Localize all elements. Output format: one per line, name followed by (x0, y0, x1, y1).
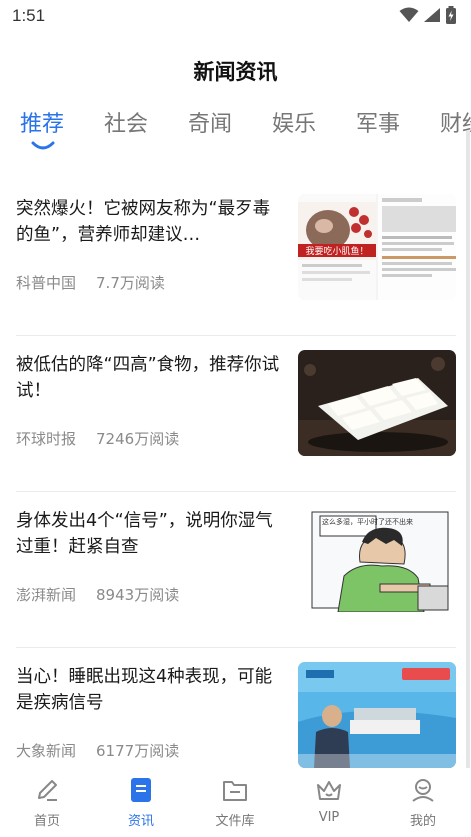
news-reads: 6177万阅读 (96, 742, 180, 760)
news-item[interactable]: 被低估的降“四高”食物，推荐你试试！ 环球时报 7246万阅读 (16, 336, 456, 492)
scrollbar[interactable] (466, 130, 470, 770)
nav-news[interactable]: 资讯 (101, 776, 181, 829)
news-thumbnail[interactable]: 我要吃小肌鱼！ (298, 194, 456, 300)
battery-icon (446, 6, 456, 24)
bottom-nav: 首页 资讯 文件库 VIP 我的 (0, 768, 471, 837)
tab-recommend[interactable]: 推荐 (20, 106, 64, 138)
news-thumbnail[interactable]: 这么多湿，平小时了还不出来 (298, 506, 456, 612)
thumb-caption: 这么多湿，平小时了还不出来 (322, 517, 413, 526)
status-bar: 1:51 (0, 0, 471, 32)
nav-label: VIP (318, 810, 340, 825)
page-title: 新闻资讯 (193, 60, 278, 84)
news-reads: 7.7万阅读 (96, 274, 165, 292)
news-source: 科普中国 (16, 274, 77, 292)
news-thumbnail[interactable] (298, 662, 456, 768)
tab-society[interactable]: 社会 (104, 106, 148, 138)
cartoon-man-image: 这么多湿，平小时了还不出来 (298, 506, 456, 612)
news-meta: 大象新闻 6177万阅读 (16, 740, 179, 761)
nav-label: 我的 (409, 814, 436, 829)
nav-profile[interactable]: 我的 (383, 776, 463, 829)
news-meta: 科普中国 7.7万阅读 (16, 272, 165, 293)
nav-file-library[interactable]: 文件库 (195, 776, 275, 829)
news-item[interactable]: 身体发出4个“信号”，说明你湿气过重！赶紧自查 澎湃新闻 8943万阅读 这么多湿… (16, 492, 456, 648)
nav-label: 文件库 (215, 814, 255, 829)
tab-entertainment[interactable]: 娱乐 (272, 106, 316, 138)
news-headline[interactable]: 当心！睡眠出现这4种表现，可能是疾病信号 (16, 664, 286, 716)
fish-collage-image: 我要吃小肌鱼！ (298, 194, 456, 300)
news-source: 大象新闻 (16, 742, 77, 760)
news-headline[interactable]: 被低估的降“四高”食物，推荐你试试！ (16, 352, 286, 404)
news-headline[interactable]: 身体发出4个“信号”，说明你湿气过重！赶紧自查 (16, 508, 286, 560)
tab-oddities[interactable]: 奇闻 (188, 106, 232, 138)
status-icons (399, 6, 457, 24)
thumb-caption: 我要吃小肌鱼！ (305, 245, 368, 257)
status-time: 1:51 (12, 6, 46, 25)
news-item[interactable]: 突然爆火！它被网友称为“最歹毒的鱼”，营养师却建议… 科普中国 7.7万阅读 我要… (16, 180, 456, 336)
nav-home[interactable]: 首页 (7, 776, 87, 829)
news-meta: 澎湃新闻 8943万阅读 (16, 584, 179, 605)
news-thumbnail[interactable] (298, 350, 456, 456)
tofu-plate-image (298, 350, 456, 456)
news-reads: 8943万阅读 (96, 586, 180, 604)
news-source: 环球时报 (16, 430, 77, 448)
tab-active-indicator (31, 141, 55, 150)
wifi-icon (399, 7, 419, 22)
tv-studio-image (298, 662, 456, 768)
crown-icon (317, 781, 341, 800)
tab-military[interactable]: 军事 (356, 106, 400, 138)
pen-icon (38, 780, 57, 801)
nav-label: 资讯 (127, 814, 154, 829)
news-meta: 环球时报 7246万阅读 (16, 428, 179, 449)
news-reads: 7246万阅读 (96, 430, 180, 448)
folder-icon (223, 781, 247, 801)
news-source: 澎湃新闻 (16, 586, 77, 604)
user-icon (412, 779, 434, 802)
news-icon (131, 778, 151, 802)
category-tabs: 推荐 社会 奇闻 娱乐 军事 财经 (0, 106, 471, 150)
news-headline[interactable]: 突然爆火！它被网友称为“最歹毒的鱼”，营养师却建议… (16, 196, 286, 248)
nav-vip[interactable]: VIP (289, 776, 369, 825)
nav-label: 首页 (33, 814, 60, 829)
signal-icon (424, 8, 440, 22)
